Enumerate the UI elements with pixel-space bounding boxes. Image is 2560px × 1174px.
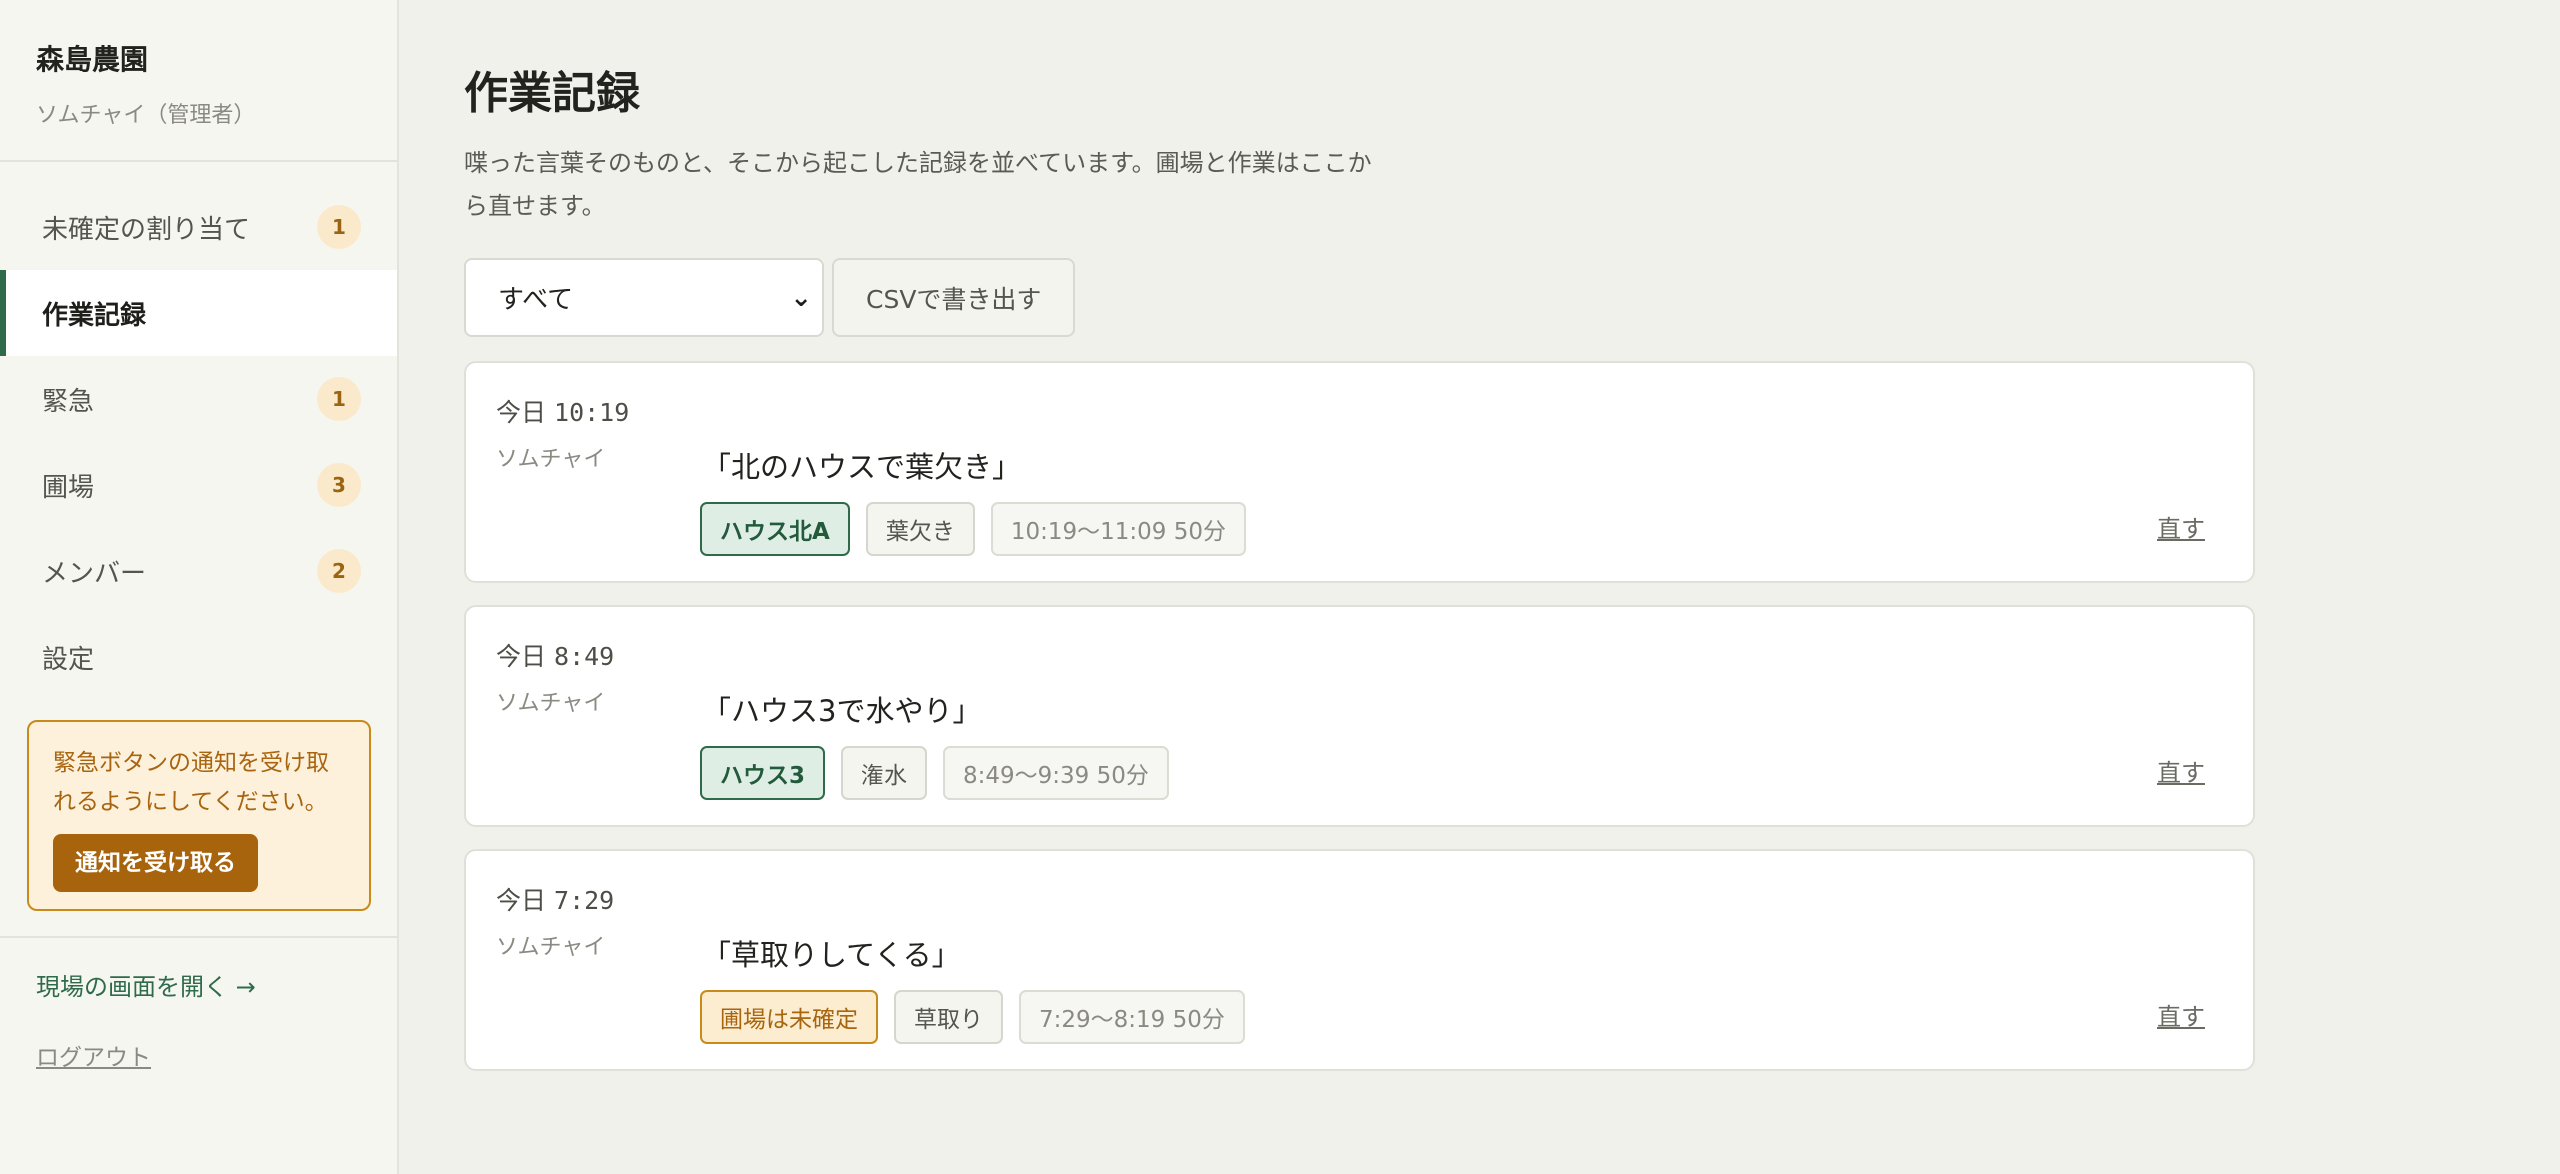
record-quote: 「ハウス3で水やり」	[702, 694, 982, 728]
record-tags: ハウス北A 葉欠き 10:19〜11:09 50分	[700, 502, 1246, 556]
record-user: ソムチャイ	[496, 935, 606, 960]
page-title: 作業記録	[464, 68, 640, 119]
record-quote: 「草取りしてくる」	[702, 938, 961, 972]
fix-record-link[interactable]: 直す	[2157, 999, 2205, 1035]
notice-text: 緊急ボタンの通知を受け取れるようにしてください。	[53, 750, 329, 815]
export-csv-button[interactable]: CSVで書き出す	[832, 258, 1076, 337]
record-card: 今日 10:19 ソムチャイ 「北のハウスで葉欠き」 ハウス北A 葉欠き 10:1…	[464, 361, 2255, 583]
sidebar-item-label: 緊急	[42, 386, 95, 417]
filter-selected-value: すべて	[498, 285, 574, 315]
record-quote: 「北のハウスで葉欠き」	[702, 450, 1022, 484]
time-span-tag: 8:49〜9:39 50分	[943, 746, 1169, 800]
field-pending-tag: 圃場は未確定	[700, 990, 878, 1044]
open-field-view-link[interactable]: 現場の画面を開く →	[36, 969, 256, 1005]
sidebar-item-label: 作業記録	[42, 300, 147, 331]
record-tags: 圃場は未確定 草取り 7:29〜8:19 50分	[700, 990, 1245, 1044]
record-time: 今日 7:29	[496, 881, 614, 921]
sidebar-item-label: メンバー	[42, 558, 147, 589]
task-tag: 潅水	[841, 746, 928, 800]
sidebar-item-label: 圃場	[42, 472, 95, 503]
sidebar-item-label: 未確定の割り当て	[42, 214, 251, 245]
record-clock: 10:19	[554, 398, 630, 427]
time-span-tag: 10:19〜11:09 50分	[990, 502, 1246, 556]
brand: 森島農園 ソムチャイ（管理者）	[0, 0, 397, 162]
record-card: 今日 8:49 ソムチャイ 「ハウス3で水やり」 ハウス3 潅水 8:49〜9:3…	[464, 605, 2255, 827]
filter-select[interactable]: すべて ⌄	[464, 258, 824, 337]
record-clock: 7:29	[554, 886, 615, 915]
record-time: 今日 8:49	[496, 637, 614, 677]
enable-notifications-button[interactable]: 通知を受け取る	[53, 834, 258, 892]
chevron-down-icon: ⌄	[790, 282, 812, 313]
record-tags: ハウス3 潅水 8:49〜9:39 50分	[700, 746, 1169, 800]
count-badge: 1	[317, 377, 361, 421]
sidebar-item-settings[interactable]: 設定	[0, 614, 397, 700]
toolbar: すべて ⌄ CSVで書き出す	[464, 258, 2560, 337]
record-user: ソムチャイ	[496, 447, 606, 472]
record-list: 今日 10:19 ソムチャイ 「北のハウスで葉欠き」 ハウス北A 葉欠き 10:1…	[464, 361, 2255, 1071]
time-span-tag: 7:29〜8:19 50分	[1019, 990, 1245, 1044]
record-day: 今日	[496, 398, 547, 427]
sidebar-item-members[interactable]: メンバー 2	[0, 528, 397, 614]
count-badge: 2	[317, 549, 361, 593]
field-tag: ハウス3	[700, 746, 826, 800]
field-tag: ハウス北A	[700, 502, 850, 556]
sidebar-item-work-log[interactable]: 作業記録	[0, 270, 397, 356]
notification-notice: 緊急ボタンの通知を受け取れるようにしてください。 通知を受け取る	[27, 720, 371, 911]
logout-link[interactable]: ログアウト	[36, 1040, 151, 1076]
sidebar-item-emergency[interactable]: 緊急 1	[0, 356, 397, 442]
main-content: 作業記録 喋った言葉そのものと、そこから起こした記録を並べています。圃場と作業は…	[399, 0, 2560, 1174]
fix-record-link[interactable]: 直す	[2157, 511, 2205, 547]
record-day: 今日	[496, 642, 547, 671]
record-card: 今日 7:29 ソムチャイ 「草取りしてくる」 圃場は未確定 草取り 7:29〜8…	[464, 849, 2255, 1071]
brand-name: 森島農園	[36, 43, 149, 76]
app: 森島農園 ソムチャイ（管理者） 未確定の割り当て 1 作業記録 緊急 1 圃場 …	[0, 0, 2560, 1174]
count-badge: 1	[317, 205, 361, 249]
sidebar-item-fields[interactable]: 圃場 3	[0, 442, 397, 528]
record-clock: 8:49	[554, 642, 615, 671]
record-day: 今日	[496, 886, 547, 915]
record-user: ソムチャイ	[496, 691, 606, 716]
count-badge: 3	[317, 463, 361, 507]
sidebar-item-unassigned[interactable]: 未確定の割り当て 1	[0, 184, 397, 270]
current-user: ソムチャイ（管理者）	[36, 103, 256, 128]
sidebar: 森島農園 ソムチャイ（管理者） 未確定の割り当て 1 作業記録 緊急 1 圃場 …	[0, 0, 399, 1174]
sidebar-nav: 未確定の割り当て 1 作業記録 緊急 1 圃場 3 メンバー 2 設定	[0, 184, 397, 700]
sidebar-item-label: 設定	[42, 644, 95, 675]
task-tag: 葉欠き	[865, 502, 975, 556]
task-tag: 草取り	[894, 990, 1003, 1044]
divider	[0, 936, 397, 938]
fix-record-link[interactable]: 直す	[2157, 755, 2205, 791]
record-time: 今日 10:19	[496, 393, 629, 433]
page-description: 喋った言葉そのものと、そこから起こした記録を並べています。圃場と作業はここから直…	[464, 149, 1372, 220]
